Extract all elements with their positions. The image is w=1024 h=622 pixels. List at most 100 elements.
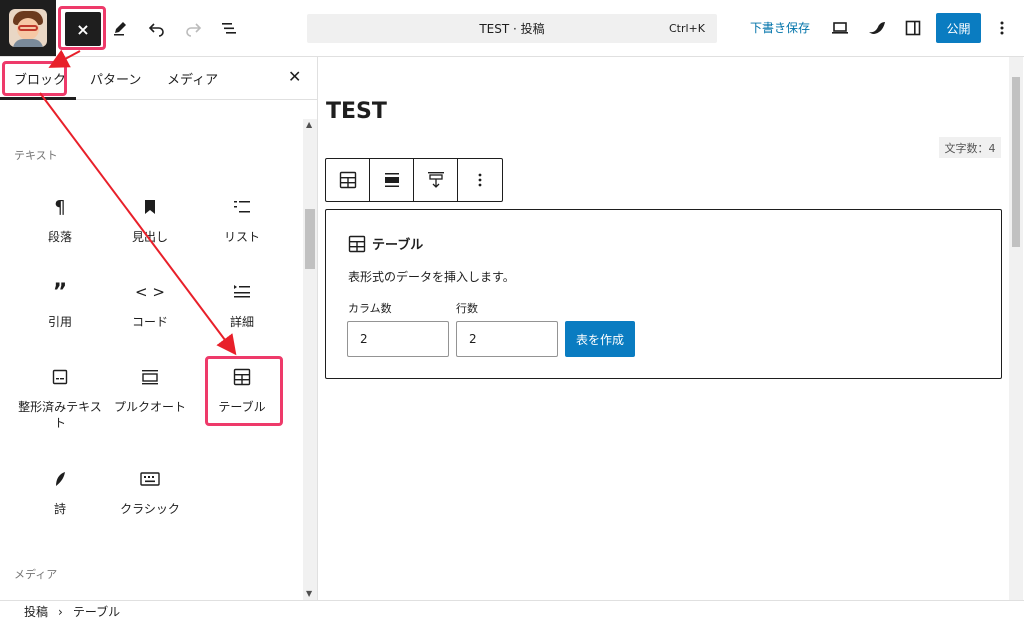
breadcrumb-separator: ›: [58, 604, 63, 619]
block-pullquote[interactable]: プルクオート: [105, 365, 195, 435]
category-heading-text: テキスト: [14, 149, 58, 162]
pencil-icon: [114, 22, 126, 36]
inserter-scrollbar[interactable]: ▲ ▼: [303, 119, 317, 601]
site-icon-button[interactable]: [0, 0, 56, 56]
active-tab-indicator: [0, 97, 76, 100]
close-panel-icon[interactable]: ✕: [288, 67, 301, 86]
block-classic[interactable]: クラシック: [105, 467, 195, 537]
preview-button[interactable]: [824, 12, 856, 44]
block-label: テーブル: [218, 400, 266, 414]
canvas-scroll-thumb[interactable]: [1012, 77, 1020, 247]
more-vertical-icon: [478, 173, 482, 187]
block-label: 引用: [47, 315, 72, 329]
tab-blocks[interactable]: ブロック: [14, 69, 66, 88]
block-label: 整形済みテキスト: [18, 400, 102, 430]
publish-button[interactable]: 公開: [936, 13, 981, 43]
jetpack-button[interactable]: [861, 12, 893, 44]
inserter-scroll-thumb[interactable]: [305, 209, 315, 269]
block-label: コード: [131, 315, 168, 329]
redo-button[interactable]: [177, 12, 209, 44]
block-preformatted[interactable]: 整形済みテキスト: [15, 365, 105, 435]
table-icon: [348, 235, 366, 252]
close-inserter-button[interactable]: ×: [65, 12, 101, 46]
breadcrumb-item-post[interactable]: 投稿: [24, 603, 48, 620]
leaf-logo-icon: [869, 22, 885, 34]
text-align-button[interactable]: [414, 159, 458, 201]
command-palette-bar[interactable]: TEST · 投稿 Ctrl+K: [307, 14, 717, 43]
align-wide-icon: [384, 173, 399, 187]
pullquote-icon: [141, 365, 159, 389]
sidebar-icon: [905, 20, 921, 36]
block-label: 見出し: [131, 230, 168, 244]
block-quote[interactable]: ” 引用: [15, 280, 105, 350]
columns-input[interactable]: 2: [347, 321, 449, 357]
editor-canvas: TEST 文字数：4 テーブル 表形式のデータを挿入します。 カラム数 行数 2…: [319, 57, 1024, 600]
block-list[interactable]: リスト: [197, 195, 287, 265]
details-icon: [233, 280, 251, 304]
block-options-button[interactable]: [458, 159, 502, 201]
block-table[interactable]: テーブル: [197, 365, 287, 435]
block-heading[interactable]: 見出し: [105, 195, 195, 265]
block-label: リスト: [223, 230, 260, 244]
block-label: 段落: [47, 230, 72, 244]
tab-media[interactable]: メディア: [167, 69, 218, 88]
columns-label: カラム数: [348, 302, 392, 315]
placeholder-instructions: 表形式のデータを挿入します。: [348, 270, 515, 284]
vertical-align-icon: [427, 172, 444, 188]
avatar: [9, 9, 47, 47]
editor-header: × TEST · 投稿 Ctrl+K 下書き保存 公開: [0, 0, 1024, 57]
block-toolbar: [325, 158, 503, 202]
canvas-scrollbar[interactable]: [1009, 57, 1023, 600]
code-icon: < >: [135, 283, 165, 301]
tab-patterns[interactable]: パターン: [90, 69, 141, 88]
create-table-button[interactable]: 表を作成: [565, 321, 635, 357]
block-details[interactable]: 詳細: [197, 280, 287, 350]
inserter-tabs: ブロック パターン メディア ✕: [0, 57, 317, 100]
verse-icon: [53, 467, 67, 491]
character-count: 文字数：4: [939, 137, 1001, 158]
placeholder-title: テーブル: [372, 238, 424, 253]
save-draft-button[interactable]: 下書き保存: [750, 19, 810, 36]
keyboard-icon: [140, 467, 160, 491]
rows-input[interactable]: 2: [456, 321, 558, 357]
block-code[interactable]: < > コード: [105, 280, 195, 350]
block-breadcrumb: 投稿 › テーブル: [0, 600, 1024, 622]
tools-button[interactable]: [104, 12, 136, 44]
redo-icon: [186, 23, 202, 37]
rows-label: 行数: [456, 302, 478, 315]
block-label: 詳細: [229, 315, 254, 329]
undo-icon: [148, 23, 164, 37]
placeholder-label: テーブル: [348, 234, 423, 253]
block-paragraph[interactable]: ¶ 段落: [15, 195, 105, 265]
more-vertical-icon: [1000, 21, 1004, 35]
scroll-up-icon[interactable]: ▲: [306, 120, 312, 129]
options-button[interactable]: [986, 12, 1018, 44]
block-label: プルクオート: [113, 400, 186, 414]
breadcrumb-item-table[interactable]: テーブル: [73, 603, 120, 620]
keyboard-shortcut: Ctrl+K: [668, 22, 705, 35]
paragraph-icon: ¶: [54, 196, 66, 218]
document-title: TEST · 投稿: [479, 22, 545, 36]
scroll-down-icon[interactable]: ▼: [306, 589, 312, 598]
block-verse[interactable]: 詩: [15, 467, 105, 537]
block-inserter-panel: ブロック パターン メディア ✕ テキスト ¶ 段落 見出し リスト ” 引用 …: [0, 57, 318, 601]
table-icon: [339, 171, 356, 189]
block-label: 詩: [53, 502, 66, 516]
list-view-icon: [222, 23, 236, 34]
bookmark-icon: [143, 195, 157, 219]
undo-button[interactable]: [141, 12, 173, 44]
list-icon: [233, 195, 251, 219]
table-icon: [233, 365, 251, 389]
block-type-button[interactable]: [326, 159, 370, 201]
align-button[interactable]: [370, 159, 414, 201]
category-heading-media: メディア: [14, 568, 58, 581]
post-title[interactable]: TEST: [326, 99, 387, 124]
document-overview-button[interactable]: [213, 12, 245, 44]
preformatted-icon: [52, 365, 68, 389]
desktop-icon: [832, 22, 848, 34]
block-label: クラシック: [120, 502, 180, 516]
close-icon: ×: [76, 19, 90, 39]
table-block-placeholder: テーブル 表形式のデータを挿入します。 カラム数 行数 2 2 表を作成: [325, 209, 1002, 379]
quote-icon: ”: [52, 279, 68, 305]
settings-sidebar-button[interactable]: [897, 12, 929, 44]
